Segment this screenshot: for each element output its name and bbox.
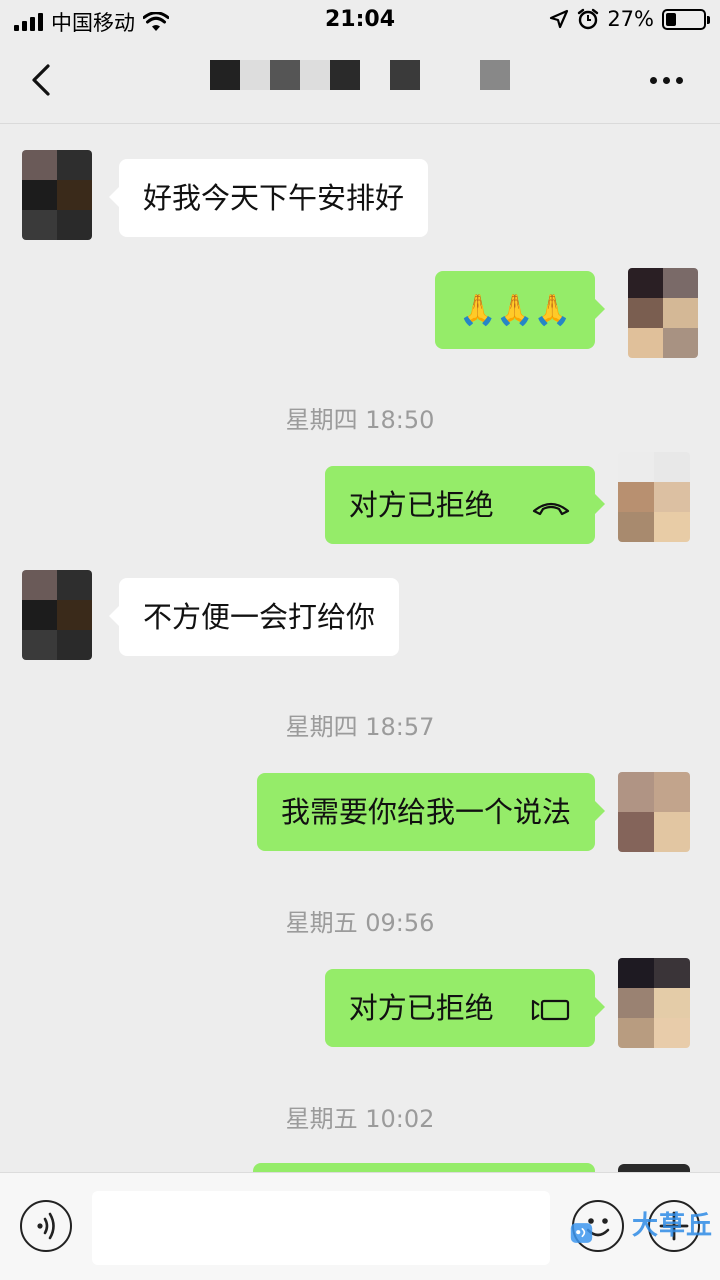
battery-icon (662, 8, 710, 30)
my-avatar[interactable] (628, 268, 698, 358)
timestamp: 星期四 18:50 (285, 406, 435, 434)
contact-avatar[interactable] (22, 570, 92, 660)
phone-hangup-icon (532, 502, 570, 516)
my-avatar[interactable] (618, 452, 690, 542)
voice-button[interactable] (20, 1200, 72, 1252)
contact-avatar[interactable] (22, 150, 92, 240)
timestamp: 星期五 10:02 (285, 1105, 435, 1133)
video-call-icon (531, 999, 570, 1021)
location-arrow-icon (550, 9, 569, 29)
message-text: 对方已拒绝 (348, 488, 494, 522)
more-button[interactable] (650, 68, 690, 92)
my-avatar[interactable] (618, 772, 690, 852)
message-bubble-sent[interactable]: 我需要你给我一个说法 (256, 773, 606, 851)
timestamp: 星期四 18:57 (285, 713, 435, 741)
status-right: 27% (549, 7, 710, 31)
chat-title-redacted (210, 60, 510, 90)
message-text: 🙏🙏🙏 (458, 293, 571, 328)
alarm-icon (578, 8, 599, 30)
status-bar: 中国移动 21:04 27% (0, 0, 720, 40)
my-avatar[interactable] (618, 958, 690, 1048)
message-bubble-received[interactable]: 不方便一会打给你 (108, 578, 400, 656)
nav-bar (0, 40, 720, 124)
battery-fill (666, 12, 676, 26)
watermark-text: 大草丘 (632, 1211, 714, 1241)
message-bubble-sent[interactable]: 🙏🙏🙏 (434, 271, 606, 349)
message-text: 不方便一会打给你 (143, 600, 376, 634)
battery-percent: 27% (607, 7, 654, 31)
message-bubble-received[interactable]: 好我今天下午安排好 (108, 159, 429, 237)
more-dot (663, 76, 670, 84)
message-text: 对方已拒绝 (348, 991, 494, 1025)
watermark-logo (570, 1223, 593, 1243)
message-text: 我需要你给我一个说法 (280, 795, 571, 829)
timestamp: 星期五 09:56 (285, 909, 435, 937)
call-record-bubble[interactable]: 对方已拒绝 (324, 969, 606, 1047)
call-record-bubble[interactable]: 对方已拒绝 (324, 466, 606, 544)
more-dot (650, 76, 657, 84)
back-button[interactable] (22, 60, 62, 100)
voice-icon (37, 1212, 55, 1240)
message-input[interactable] (92, 1191, 550, 1265)
more-dot (676, 76, 683, 84)
message-text: 好我今天下午安排好 (143, 181, 405, 215)
